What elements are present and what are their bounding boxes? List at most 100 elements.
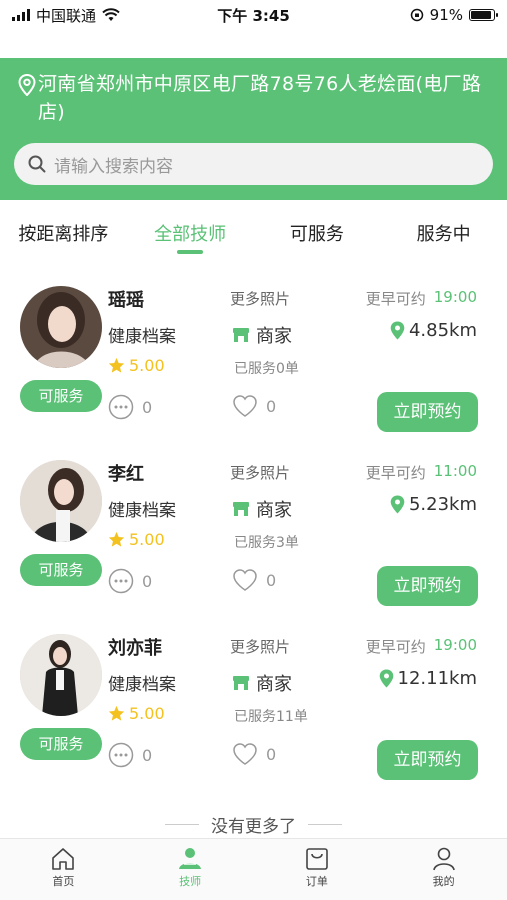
divider-line (165, 824, 199, 825)
tabbar-mine[interactable]: 我的 (380, 839, 507, 900)
tabbar-therapist[interactable]: 技师 (127, 839, 254, 900)
distance-value: 4.85km (408, 320, 477, 341)
earliest-label: 更早可约 (365, 290, 426, 308)
heart-icon (233, 395, 257, 417)
avatar[interactable] (20, 286, 102, 368)
served-count: 已服务11单 (234, 709, 308, 725)
book-now-button[interactable]: 立即预约 (377, 392, 478, 432)
comment-button[interactable]: 0 (108, 394, 152, 420)
tab-in-service[interactable]: 服务中 (380, 212, 507, 258)
earliest-label: 更早可约 (365, 464, 426, 482)
earliest-time: 19:00 (433, 288, 477, 306)
status-badge[interactable]: 可服务 (20, 380, 102, 412)
more-photos-link[interactable]: 更多照片 (230, 288, 290, 309)
earliest-slot: 更早可约 19:00 (366, 288, 477, 309)
end-of-list-text: 没有更多了 (211, 817, 296, 837)
merchant-label: 商家 (256, 326, 292, 347)
battery-icon (469, 9, 498, 21)
tabbar-therapist-label: 技师 (179, 875, 202, 888)
location-pin-icon (18, 74, 36, 96)
comment-count: 0 (142, 745, 153, 765)
rating: 5.00 (108, 356, 165, 375)
earliest-time: 19:00 (433, 636, 477, 654)
more-photos-link[interactable]: 更多照片 (230, 462, 290, 483)
tabbar-orders[interactable]: 订单 (254, 839, 381, 900)
comment-button[interactable]: 0 (108, 568, 152, 594)
like-button[interactable]: 0 (232, 568, 276, 592)
comment-icon (108, 394, 134, 420)
health-profile-link[interactable]: 健康档案 (108, 670, 176, 695)
avatar[interactable] (20, 634, 102, 716)
star-icon (108, 705, 125, 721)
distance: 5.23km (390, 494, 477, 515)
status-left: 中国联通 (12, 5, 120, 26)
star-icon (108, 357, 125, 373)
earliest-slot: 更早可约 19:00 (366, 636, 477, 657)
carrier-label: 中国联通 (36, 6, 97, 25)
search-icon (28, 155, 46, 173)
tabbar-orders-label: 订单 (305, 875, 328, 888)
comment-button[interactable]: 0 (108, 742, 152, 768)
star-icon (108, 531, 125, 547)
end-of-list: 没有更多了 (0, 812, 507, 837)
earliest-time: 11:00 (433, 462, 477, 480)
therapist-name: 李红 (108, 464, 144, 485)
merchant-label: 商家 (256, 674, 292, 695)
home-icon (52, 848, 75, 870)
status-badge[interactable]: 可服务 (20, 728, 102, 760)
health-profile-link[interactable]: 健康档案 (108, 496, 176, 521)
location-header: 河南省郑州市中原区电厂路78号76人老烩面(电厂路店) 请输入搜索内容 (0, 58, 507, 200)
therapist-card[interactable]: 可服务 李红 健康档案 5.00 0 更多照片 商家 已服务3单 0 更早可约 … (0, 456, 507, 626)
therapist-card[interactable]: 可服务 刘亦菲 健康档案 5.00 0 更多照片 商家 已服务11单 0 更早可… (0, 630, 507, 800)
distance: 12.11km (379, 668, 478, 689)
health-profile-link[interactable]: 健康档案 (108, 322, 176, 347)
tab-all-therapists[interactable]: 全部技师 (127, 212, 254, 258)
therapist-name: 瑶瑶 (108, 290, 144, 311)
wifi-icon (102, 8, 120, 21)
merchant-link[interactable]: 商家 (232, 670, 292, 696)
merchant-link[interactable]: 商家 (232, 496, 292, 522)
merchant-link[interactable]: 商家 (232, 322, 292, 348)
therapist-card[interactable]: 可服务 瑶瑶 健康档案 5.00 0 更多照片 商家 已服务0单 0 更早可约 … (0, 282, 507, 452)
book-now-button[interactable]: 立即预约 (377, 740, 478, 780)
like-count: 0 (266, 744, 277, 764)
served-count: 已服务3单 (234, 535, 299, 551)
book-now-button[interactable]: 立即预约 (377, 566, 478, 606)
battery-percent: 91% (429, 6, 463, 24)
status-bar: 中国联通 下午 3:45 91% (0, 0, 507, 30)
merchant-label: 商家 (256, 500, 292, 521)
shop-icon (233, 502, 249, 516)
signal-icon (12, 9, 30, 21)
battery-fill (471, 11, 492, 19)
address-row[interactable]: 河南省郑州市中原区电厂路78号76人老烩面(电厂路店) (16, 70, 491, 126)
heart-icon (233, 743, 257, 765)
therapist-name: 刘亦菲 (108, 638, 162, 659)
avatar-photo (20, 460, 102, 542)
tabbar-home-label: 首页 (52, 875, 75, 888)
like-button[interactable]: 0 (232, 394, 276, 418)
tab-sort-distance[interactable]: 按距离排序 (0, 212, 127, 258)
rating-value: 5.00 (129, 704, 165, 723)
earliest-label: 更早可约 (365, 638, 426, 656)
more-photos-link[interactable]: 更多照片 (230, 636, 290, 657)
avatar-photo (20, 634, 102, 716)
distance: 4.85km (390, 320, 477, 341)
tabbar-home[interactable]: 首页 (0, 839, 127, 900)
rating: 5.00 (108, 704, 165, 723)
filter-tabs: 按距离排序 全部技师 可服务 服务中 (0, 212, 507, 258)
search-input[interactable]: 请输入搜索内容 (14, 143, 493, 185)
profile-icon (432, 847, 455, 871)
rating-value: 5.00 (129, 356, 165, 375)
avatar-photo (20, 286, 102, 368)
tab-available[interactable]: 可服务 (254, 212, 381, 258)
earliest-slot: 更早可约 11:00 (366, 462, 477, 483)
avatar[interactable] (20, 460, 102, 542)
like-button[interactable]: 0 (232, 742, 276, 766)
shop-icon (233, 328, 249, 342)
tabbar-mine-label: 我的 (432, 875, 455, 888)
served-count: 已服务0单 (234, 361, 299, 377)
status-right: 91% (410, 6, 498, 24)
comment-count: 0 (142, 397, 153, 417)
distance-value: 12.11km (397, 668, 478, 689)
status-badge[interactable]: 可服务 (20, 554, 102, 586)
